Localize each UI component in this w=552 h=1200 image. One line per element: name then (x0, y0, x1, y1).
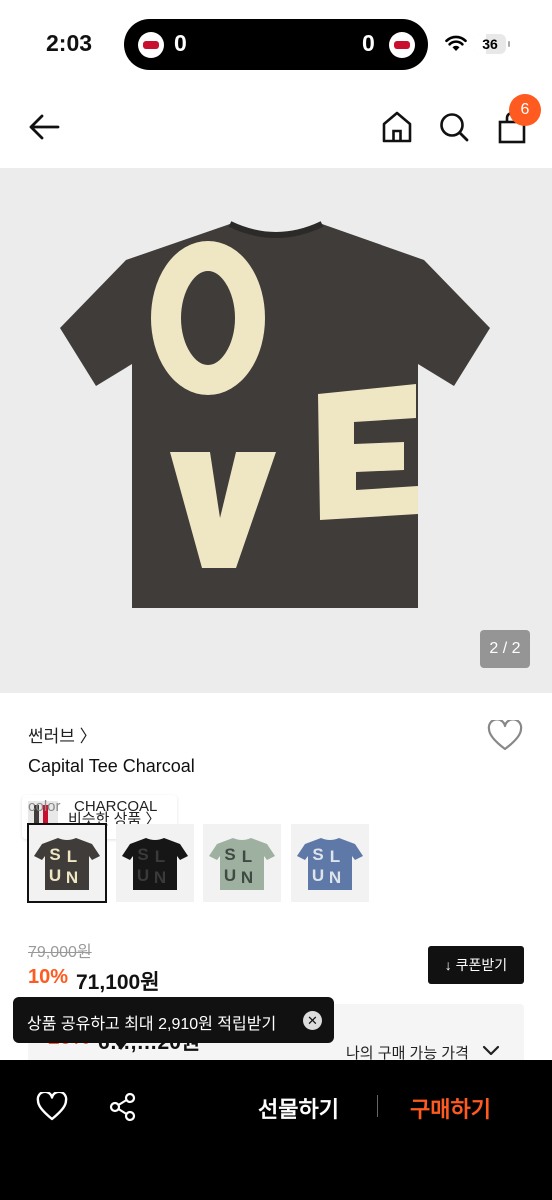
back-arrow-icon[interactable] (27, 110, 61, 144)
sale-price: 71,100원 (76, 971, 160, 994)
coupon-button[interactable]: ↓ 쿠폰받기 (428, 946, 524, 984)
swatch-letter: N (66, 868, 78, 887)
color-swatch-blue[interactable]: SLUN (291, 824, 369, 902)
swatch-letter: S (224, 845, 235, 864)
swatch-tshirt-icon: S LU N (297, 838, 363, 890)
color-swatch-black[interactable]: SLUN (116, 824, 194, 902)
swatch-letter: L (155, 847, 165, 866)
discount-rate: 10% (28, 966, 69, 988)
swatch-letter: U (224, 866, 236, 885)
product-title: Capital Tee Charcoal (28, 756, 195, 776)
buy-button[interactable]: 구매하기 (410, 1092, 491, 1124)
color-swatch-sage[interactable]: SLUN (203, 824, 281, 902)
color-value: CHARCOAL (74, 798, 158, 815)
cart-count-badge: 6 (509, 94, 541, 126)
swatch-letter: L (242, 847, 252, 866)
battery-icon: 36 (474, 34, 510, 54)
swatch-letter: N (154, 868, 166, 887)
swatch-letter: U (312, 866, 324, 885)
wifi-icon (445, 35, 467, 51)
home-icon[interactable] (381, 110, 413, 144)
image-page-counter: 2 / 2 (480, 630, 530, 668)
swatch-letter: S (49, 845, 60, 864)
status-time: 2:03 (46, 30, 93, 56)
swatch-letter: S (137, 845, 148, 864)
divider (377, 1095, 378, 1117)
swatch-tshirt-icon: S LU N (122, 838, 188, 890)
swatch-tshirt-icon: S LU N (34, 838, 100, 890)
original-price: 79,000원 (28, 944, 92, 961)
chevron-down-icon[interactable] (482, 1045, 500, 1057)
score-left: 0 (174, 30, 187, 56)
team-logo-icon (389, 32, 415, 58)
swatch-tshirt-icon: S LU N (209, 838, 275, 890)
share-icon[interactable] (108, 1092, 138, 1122)
bottom-action-bar (0, 1060, 552, 1200)
toast-pointer (114, 1041, 128, 1050)
color-label: color (28, 798, 61, 815)
swatch-letter: U (137, 866, 149, 885)
swatch-letter: N (241, 868, 253, 887)
tshirt-image (60, 221, 490, 608)
swatch-letter: L (330, 847, 340, 866)
gift-button[interactable]: 선물하기 (258, 1092, 339, 1124)
team-logo-icon (138, 32, 164, 58)
color-swatch-charcoal[interactable]: SLUN (27, 823, 107, 903)
battery-percent: 36 (482, 36, 498, 52)
status-bar: 2:03 0 0 36 (0, 0, 552, 90)
swatch-letter: N (329, 868, 341, 887)
swatch-letter: S (312, 845, 323, 864)
product-image-carousel[interactable]: 비슷한 상품 〉 (0, 168, 552, 839)
close-icon[interactable]: ✕ (303, 1011, 322, 1030)
battery-nub (508, 41, 510, 47)
search-icon[interactable] (438, 110, 470, 144)
toast-message: 상품 공유하고 최대 2,910원 적립받기 (27, 1016, 277, 1033)
share-reward-toast: 상품 공유하고 최대 2,910원 적립받기 ✕ (13, 997, 334, 1043)
score-right: 0 (362, 30, 375, 56)
live-activity-scoreboard[interactable]: 0 0 (124, 19, 428, 70)
top-nav (0, 90, 552, 166)
swatch-letter: L (67, 847, 77, 866)
wishlist-heart-icon[interactable] (487, 720, 523, 752)
swatch-letter: U (49, 866, 61, 885)
heart-icon[interactable] (36, 1092, 68, 1122)
brand-link[interactable]: 썬러브 〉 (28, 722, 97, 747)
